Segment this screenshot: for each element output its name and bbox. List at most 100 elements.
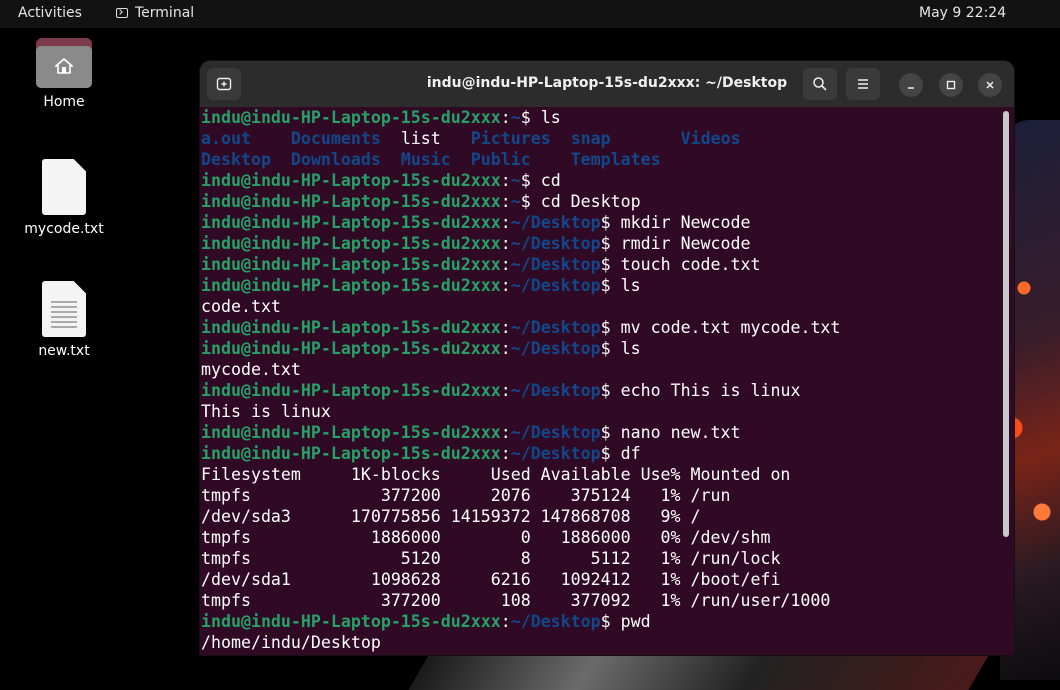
desktop-icon-label: mycode.txt bbox=[24, 221, 104, 237]
output-line: mycode.txt bbox=[201, 360, 301, 379]
ls-entry-dir: a.out bbox=[201, 129, 251, 148]
ls-entry-dir: Downloads bbox=[290, 150, 381, 169]
prompt-user: indu@indu-HP-Laptop-15s-du2xxx bbox=[201, 612, 501, 631]
terminal-output[interactable]: indu@indu-HP-Laptop-15s-du2xxx:~$ ls a.ou… bbox=[201, 107, 1001, 655]
command-text: echo This is linux bbox=[620, 381, 801, 400]
output-line: /home/indu/Desktop bbox=[201, 633, 381, 652]
command-text: touch code.txt bbox=[620, 255, 761, 274]
output-line: Filesystem 1K-blocks Used Available Use%… bbox=[201, 465, 791, 484]
maximize-button[interactable] bbox=[939, 73, 963, 97]
prompt-path: ~/Desktop bbox=[510, 381, 601, 400]
clock[interactable]: May 9 22:24 bbox=[919, 5, 1006, 21]
home-folder-icon bbox=[36, 38, 92, 88]
prompt-path: ~/Desktop bbox=[510, 339, 601, 358]
prompt-line: indu@indu-HP-Laptop-15s-du2xxx:~$ cd bbox=[201, 171, 561, 190]
terminal-icon bbox=[116, 8, 128, 18]
output-line: /dev/sda1 1098628 6216 1092412 1% /boot/… bbox=[201, 570, 781, 589]
prompt-path: ~/Desktop bbox=[510, 318, 601, 337]
prompt-user: indu@indu-HP-Laptop-15s-du2xxx bbox=[201, 171, 501, 190]
text-file-icon bbox=[42, 159, 86, 215]
menu-button[interactable] bbox=[846, 68, 880, 100]
prompt-path: ~/Desktop bbox=[510, 213, 601, 232]
close-button[interactable] bbox=[978, 73, 1002, 97]
menu-icon bbox=[858, 79, 868, 89]
command-text: ls bbox=[620, 276, 641, 295]
prompt-user: indu@indu-HP-Laptop-15s-du2xxx bbox=[201, 255, 501, 274]
window-header[interactable]: indu@indu-HP-Laptop-15s-du2xxx: ~/Deskto… bbox=[200, 61, 1014, 107]
prompt-user: indu@indu-HP-Laptop-15s-du2xxx bbox=[201, 108, 501, 127]
scrollbar[interactable] bbox=[1003, 111, 1009, 537]
prompt-line: indu@indu-HP-Laptop-15s-du2xxx:~/Desktop… bbox=[201, 339, 641, 358]
prompt-line: indu@indu-HP-Laptop-15s-du2xxx:~$ cd Des… bbox=[201, 192, 641, 211]
prompt-line: indu@indu-HP-Laptop-15s-du2xxx:~/Desktop… bbox=[201, 318, 841, 337]
ls-entry-dir: Documents bbox=[290, 129, 381, 148]
prompt-user: indu@indu-HP-Laptop-15s-du2xxx bbox=[201, 339, 501, 358]
prompt-user: indu@indu-HP-Laptop-15s-du2xxx bbox=[201, 234, 501, 253]
output-line: tmpfs 5120 8 5112 1% /run/lock bbox=[201, 549, 781, 568]
output-line: tmpfs 377200 2076 375124 1% /run bbox=[201, 486, 731, 505]
prompt-line: indu@indu-HP-Laptop-15s-du2xxx:~/Desktop… bbox=[201, 423, 741, 442]
prompt-path: ~/Desktop bbox=[510, 234, 601, 253]
window-title: indu@indu-HP-Laptop-15s-du2xxx: ~/Deskto… bbox=[426, 75, 788, 91]
prompt-line: indu@indu-HP-Laptop-15s-du2xxx:~/Desktop… bbox=[201, 612, 651, 631]
prompt-path: ~ bbox=[510, 108, 521, 127]
wallpaper-art-bottom bbox=[408, 650, 992, 690]
ls-entry-dir: Music bbox=[400, 150, 451, 169]
command-text: mv code.txt mycode.txt bbox=[620, 318, 841, 337]
desktop-icon-label: Home bbox=[43, 94, 85, 110]
desktop-icon-new[interactable]: new.txt bbox=[9, 281, 119, 359]
output-line: code.txt bbox=[201, 297, 281, 316]
command-text: mkdir Newcode bbox=[620, 213, 751, 232]
app-name: Terminal bbox=[135, 5, 195, 21]
ls-output-line: a.out Documents list Pictures snap Video… bbox=[201, 128, 1001, 149]
ls-entry-dir: Public bbox=[470, 150, 531, 169]
prompt-line: indu@indu-HP-Laptop-15s-du2xxx:~/Desktop… bbox=[201, 213, 751, 232]
ls-entry-dir: Templates bbox=[570, 150, 661, 169]
command-text: cd bbox=[540, 171, 561, 190]
top-bar: Activities Terminal May 9 22:24 bbox=[0, 0, 1060, 28]
ls-entry-dir: Videos bbox=[680, 129, 741, 148]
prompt-user: indu@indu-HP-Laptop-15s-du2xxx bbox=[201, 381, 501, 400]
command-text: pwd bbox=[620, 612, 651, 631]
prompt-path: ~/Desktop bbox=[510, 255, 601, 274]
output-line: /dev/sda3 170775856 14159372 147868708 9… bbox=[201, 507, 701, 526]
search-icon bbox=[813, 77, 827, 91]
prompt-user: indu@indu-HP-Laptop-15s-du2xxx bbox=[201, 192, 501, 211]
prompt-user: indu@indu-HP-Laptop-15s-du2xxx bbox=[201, 444, 501, 463]
minimize-button[interactable] bbox=[899, 73, 923, 97]
output-line: This is linux bbox=[201, 402, 331, 421]
desktop-icon-label: new.txt bbox=[38, 343, 90, 359]
output-line: tmpfs 377200 108 377092 1% /run/user/100… bbox=[201, 591, 831, 610]
ls-entry-file: list bbox=[400, 129, 441, 148]
desktop-icon-mycode[interactable]: mycode.txt bbox=[9, 159, 119, 237]
ls-entry-dir: Desktop bbox=[201, 150, 271, 169]
command-text: ls bbox=[540, 108, 561, 127]
command-text: ls bbox=[620, 339, 641, 358]
prompt-line: indu@indu-HP-Laptop-15s-du2xxx:~/Desktop… bbox=[201, 234, 751, 253]
prompt-user: indu@indu-HP-Laptop-15s-du2xxx bbox=[201, 213, 501, 232]
prompt-path: ~ bbox=[510, 192, 521, 211]
ls-entry-dir: snap bbox=[570, 129, 611, 148]
search-button[interactable] bbox=[803, 68, 837, 100]
prompt-path: ~ bbox=[510, 171, 521, 190]
text-file-icon bbox=[42, 281, 86, 337]
prompt-line: indu@indu-HP-Laptop-15s-du2xxx:~$ ls bbox=[201, 108, 561, 127]
prompt-path: ~/Desktop bbox=[510, 423, 601, 442]
app-menu[interactable]: Terminal bbox=[116, 5, 194, 21]
prompt-line: indu@indu-HP-Laptop-15s-du2xxx:~/Desktop… bbox=[201, 381, 801, 400]
maximize-icon bbox=[946, 80, 956, 90]
command-text: df bbox=[620, 444, 641, 463]
prompt-path: ~/Desktop bbox=[510, 276, 601, 295]
terminal-window: indu@indu-HP-Laptop-15s-du2xxx: ~/Deskto… bbox=[200, 61, 1014, 655]
prompt-path: ~/Desktop bbox=[510, 612, 601, 631]
command-text: cd Desktop bbox=[540, 192, 641, 211]
desktop-icon-home[interactable]: Home bbox=[9, 38, 119, 110]
output-line: tmpfs 1886000 0 1886000 0% /dev/shm bbox=[201, 528, 771, 547]
prompt-path: ~/Desktop bbox=[510, 444, 601, 463]
ls-entry-dir: Pictures bbox=[470, 129, 551, 148]
prompt-user: indu@indu-HP-Laptop-15s-du2xxx bbox=[201, 423, 501, 442]
ls-output-line: Desktop Downloads Music Public Templates bbox=[201, 149, 1001, 170]
activities-button[interactable]: Activities bbox=[18, 5, 82, 21]
minimize-icon bbox=[908, 87, 914, 89]
prompt-line: indu@indu-HP-Laptop-15s-du2xxx:~/Desktop… bbox=[201, 276, 641, 295]
